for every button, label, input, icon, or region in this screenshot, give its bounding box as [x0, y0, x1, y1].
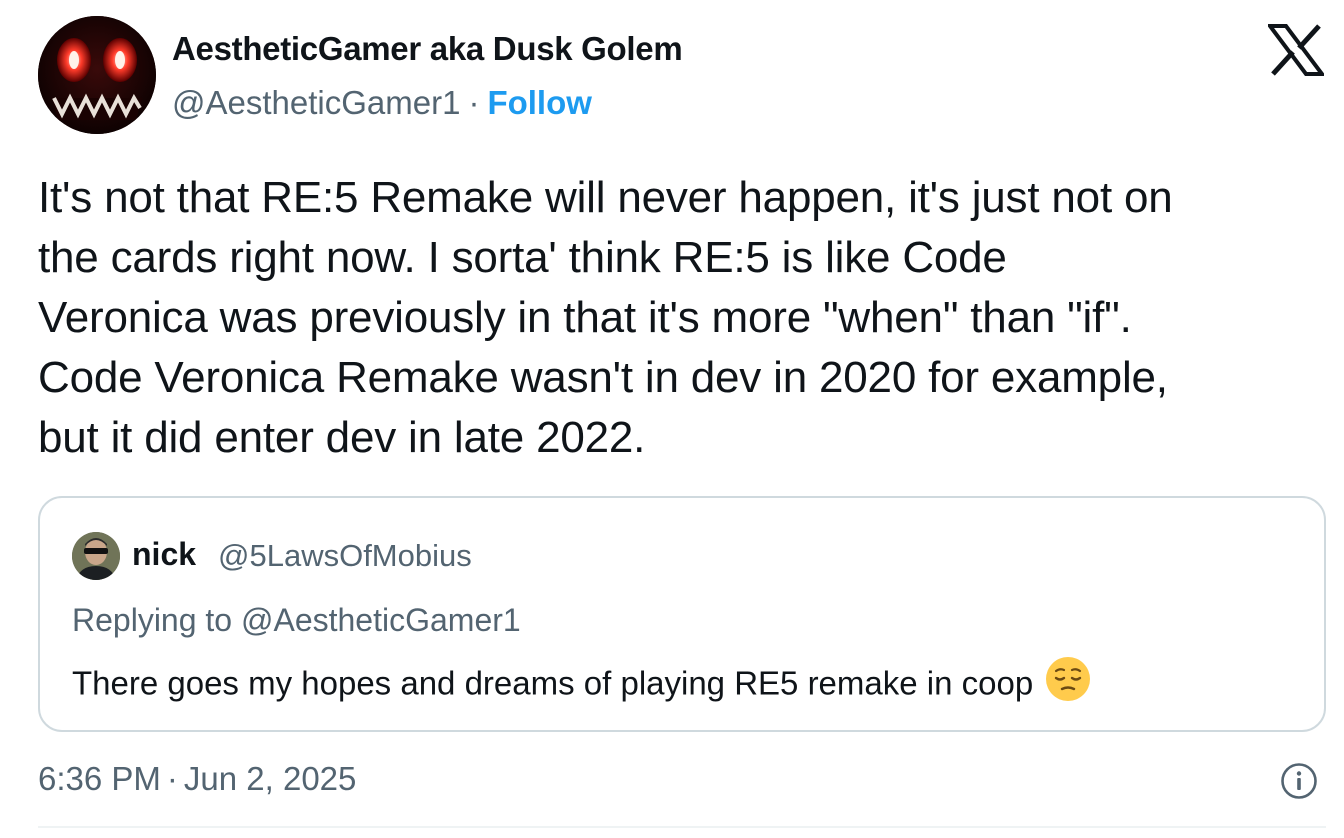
quoted-tweet-text-row: There goes my hopes and dreams of playin…	[72, 657, 1091, 710]
tweet-text: It's not that RE:5 Remake will never hap…	[38, 173, 1173, 462]
author-handle[interactable]: @AestheticGamer1	[172, 84, 460, 121]
timestamp-separator: ·	[166, 760, 178, 797]
tweet-date: Jun 2, 2025	[183, 760, 357, 797]
demon-face-avatar-icon	[38, 16, 156, 134]
quoted-author-avatar[interactable]	[72, 532, 120, 580]
handle-separator: ·	[468, 84, 480, 121]
quoted-author-name[interactable]: nick	[132, 536, 196, 573]
x-logo-icon[interactable]	[1266, 24, 1326, 76]
tweet-timestamp[interactable]: 6:36 PM · Jun 2, 2025	[38, 760, 356, 798]
person-avatar-icon	[72, 532, 120, 580]
quoted-tweet-text: There goes my hopes and dreams of playin…	[72, 664, 1034, 702]
replying-to-label: Replying to @AestheticGamer1	[72, 602, 521, 638]
author-avatar[interactable]	[38, 16, 156, 134]
author-handle-row: @AestheticGamer1 · Follow	[172, 84, 592, 122]
quoted-tweet-card[interactable]: nick @5LawsOfMobius Replying to @Aesthet…	[38, 496, 1326, 732]
info-circle-icon[interactable]	[1280, 762, 1318, 800]
pensive-face-emoji-icon	[1045, 656, 1091, 710]
author-display-name[interactable]: AestheticGamer aka Dusk Golem	[172, 30, 683, 68]
quoted-author-handle[interactable]: @5LawsOfMobius	[218, 538, 472, 574]
tweet-card: AestheticGamer aka Dusk Golem @Aesthetic…	[0, 0, 1344, 838]
tweet-time: 6:36 PM	[38, 760, 161, 797]
follow-button[interactable]: Follow	[487, 84, 591, 121]
footer-divider	[38, 826, 1326, 828]
